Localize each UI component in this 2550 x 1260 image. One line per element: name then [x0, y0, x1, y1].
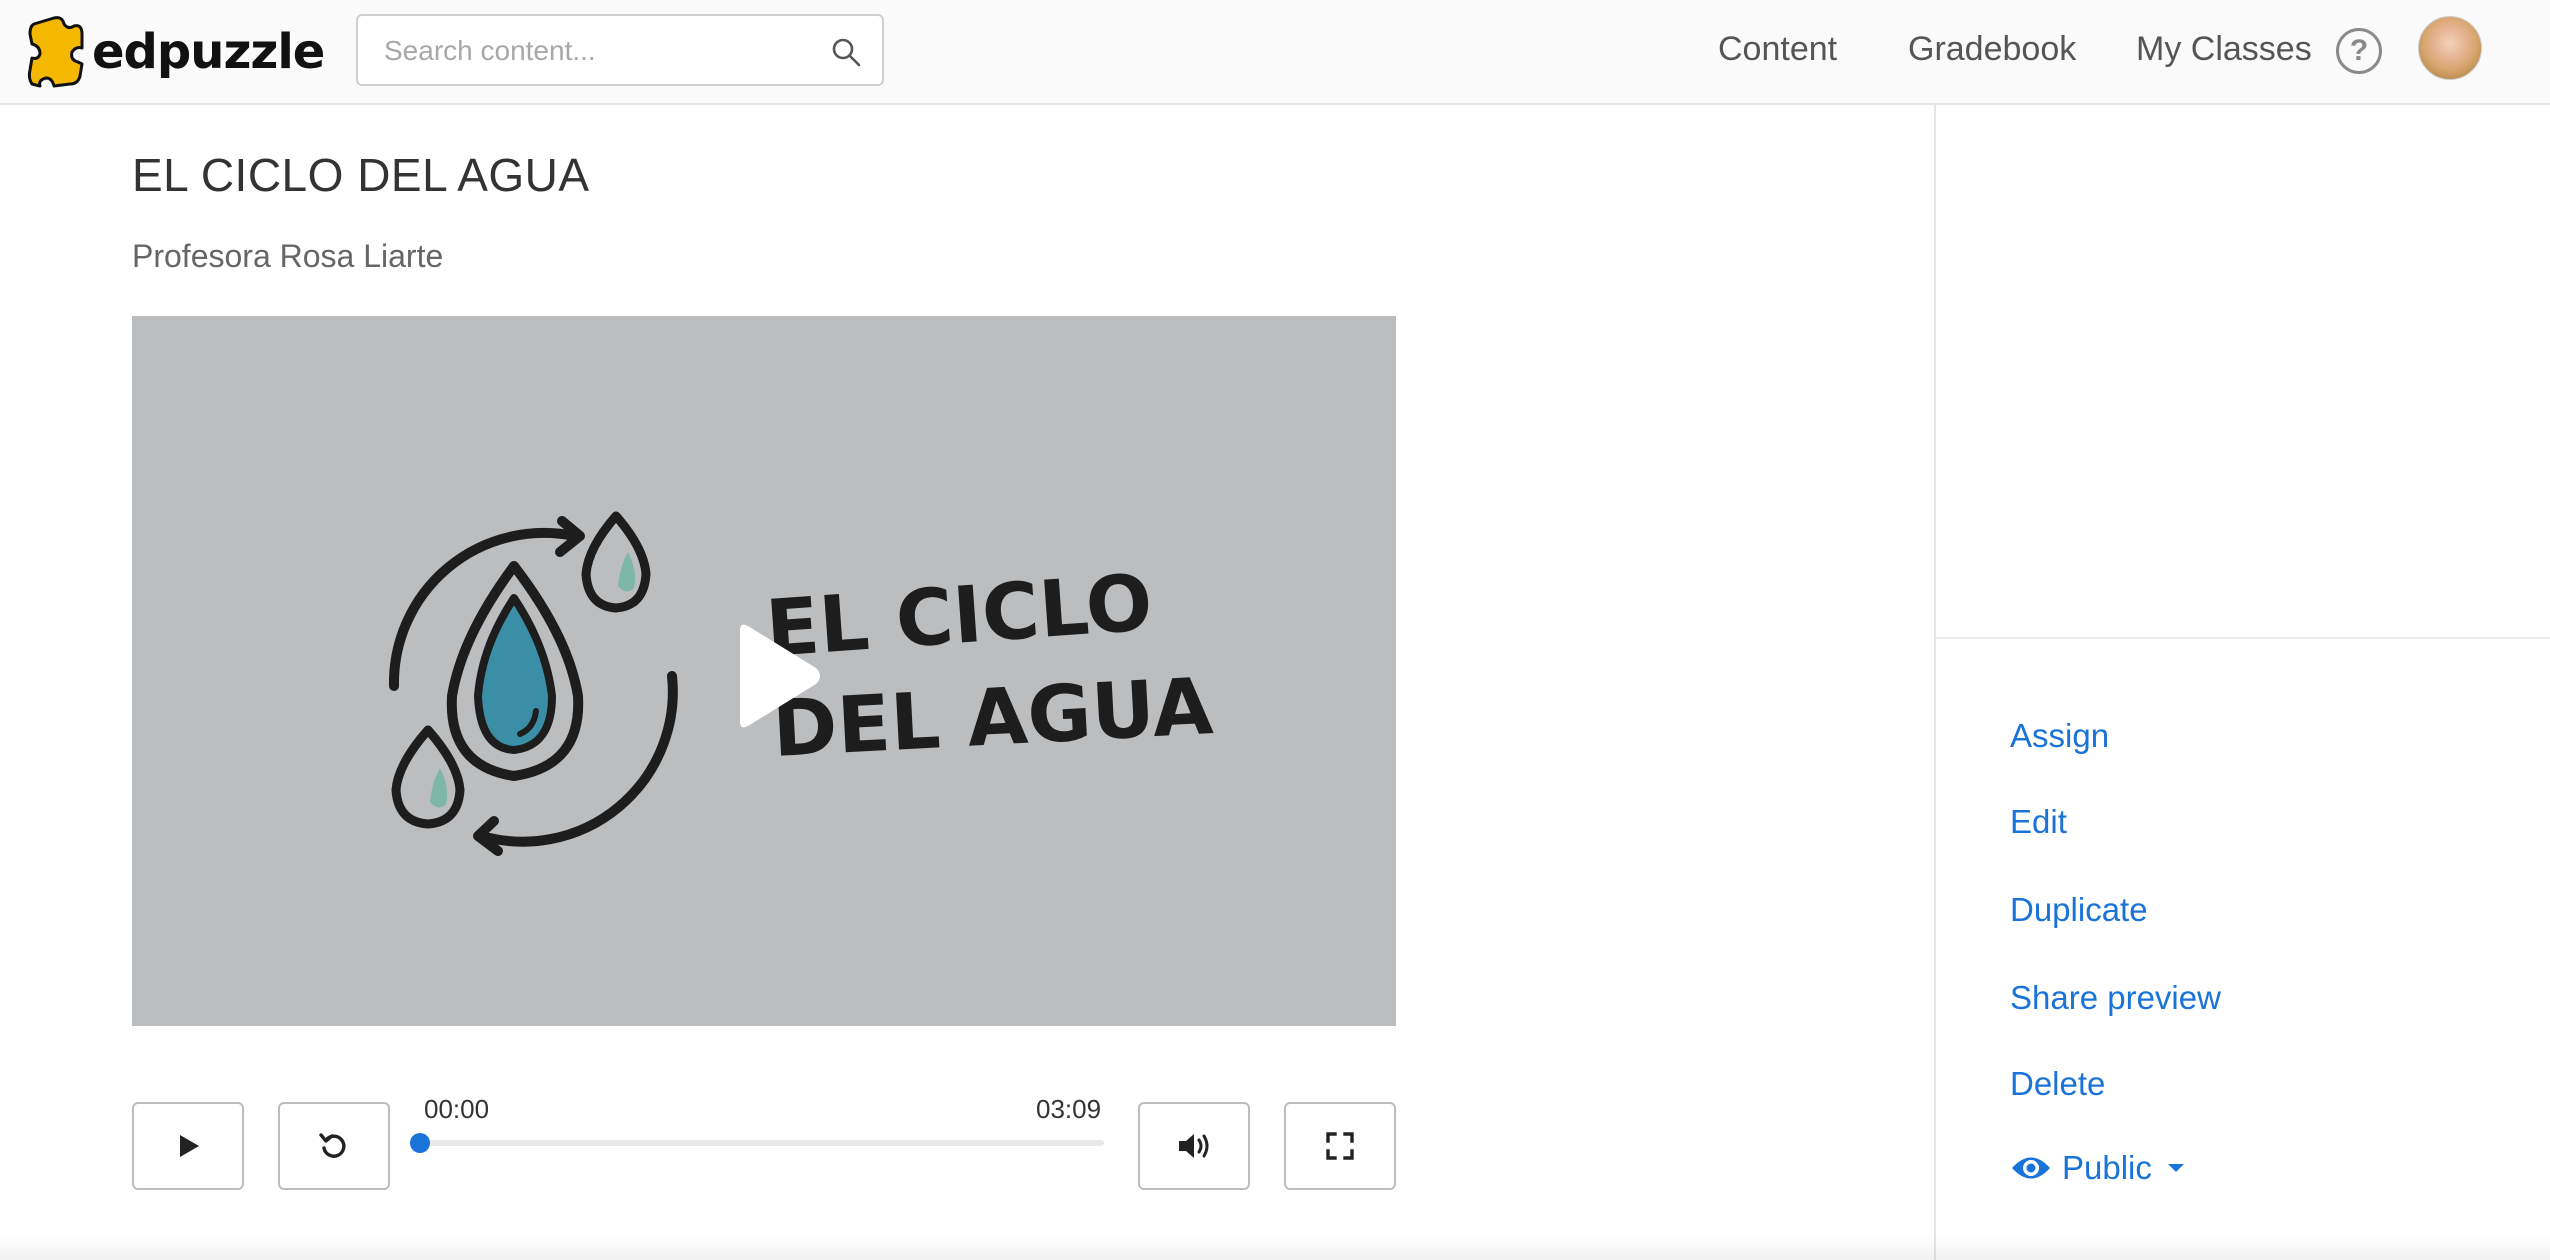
current-time: 00:00	[424, 1094, 490, 1124]
nav-content[interactable]: Content	[1718, 30, 1837, 69]
page-bottom-shadow	[0, 1236, 2550, 1260]
search-icon[interactable]	[830, 36, 862, 68]
puzzle-piece-icon	[27, 16, 84, 88]
brand-name: edpuzzle	[92, 24, 325, 80]
share-preview-link[interactable]: Share preview	[2010, 979, 2221, 1017]
edit-link[interactable]: Edit	[2010, 803, 2067, 841]
page-title: EL CICLO DEL AGUA	[132, 149, 590, 201]
visibility-label: Public	[2062, 1149, 2152, 1186]
total-time: 03:09	[1036, 1094, 1102, 1124]
assign-link[interactable]: Assign	[2010, 717, 2109, 755]
video-player[interactable]: EL CICLO DEL AGUA	[132, 316, 1396, 1026]
fullscreen-icon	[1326, 1132, 1354, 1160]
delete-link[interactable]: Delete	[2010, 1065, 2105, 1103]
progress-bar[interactable]	[410, 1133, 1104, 1153]
search-box[interactable]	[356, 14, 884, 86]
edpuzzle-logo[interactable]: edpuzzle	[24, 14, 325, 90]
replay-icon	[319, 1133, 346, 1158]
eye-icon	[2012, 1157, 2050, 1179]
sidebar-divider	[1936, 637, 2550, 639]
author-name[interactable]: Profesora Rosa Liarte	[132, 238, 443, 275]
progress-handle[interactable]	[410, 1133, 430, 1153]
visibility-dropdown[interactable]: Public	[2010, 1149, 2186, 1187]
nav-gradebook[interactable]: Gradebook	[1908, 30, 2076, 69]
big-play-icon[interactable]	[712, 616, 832, 736]
fullscreen-button[interactable]	[1284, 1102, 1396, 1190]
avatar[interactable]	[2418, 16, 2482, 80]
search-input[interactable]	[384, 30, 804, 72]
caret-down-icon	[2167, 1164, 2184, 1172]
play-button[interactable]	[132, 1102, 244, 1190]
volume-button[interactable]	[1138, 1102, 1250, 1190]
question-circle-icon[interactable]: ?	[2336, 28, 2382, 74]
play-icon	[180, 1135, 199, 1157]
volume-icon	[1179, 1134, 1209, 1158]
replay-button[interactable]	[278, 1102, 390, 1190]
top-navigation-bar: edpuzzle Content Gradebook My Classes ?	[0, 0, 2550, 105]
nav-my-classes[interactable]: My Classes	[2136, 30, 2312, 69]
thumbnail-title-line-2: DEL AGUA	[770, 662, 1215, 775]
actions-sidebar: Assign Edit Duplicate Share preview Dele…	[1934, 105, 2550, 1260]
duplicate-link[interactable]: Duplicate	[2010, 891, 2148, 929]
